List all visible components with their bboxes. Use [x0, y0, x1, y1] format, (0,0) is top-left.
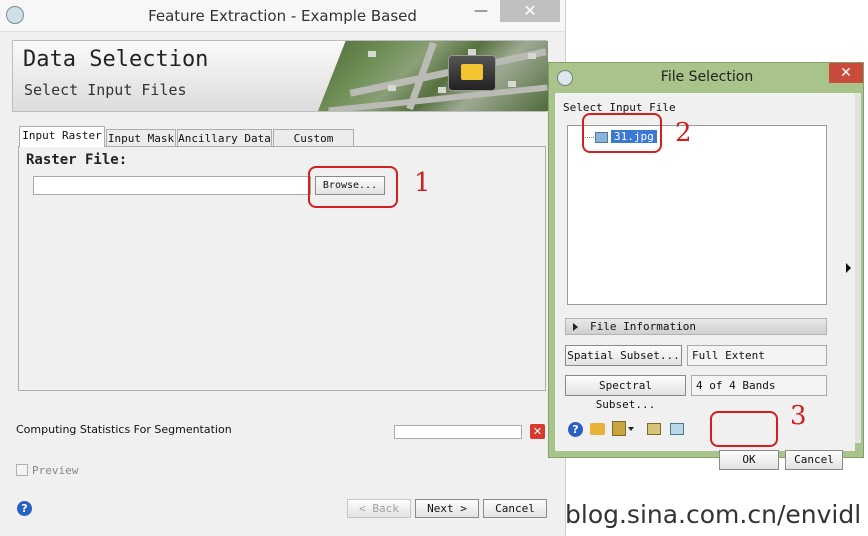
annotation-box-ok	[710, 411, 778, 447]
annotation-box-file	[582, 113, 662, 153]
tab-input-raster[interactable]: Input Raster	[19, 126, 105, 147]
data-manager-icon[interactable]	[612, 421, 626, 436]
expand-arrow-icon	[573, 323, 578, 331]
main-window: Feature Extraction - Example Based — ✕ D…	[0, 0, 566, 536]
back-button[interactable]: < Back	[347, 499, 411, 518]
annotation-box-browse	[308, 166, 398, 208]
dialog-scrollbar[interactable]	[855, 93, 861, 443]
open-folder-icon[interactable]	[590, 423, 605, 435]
segmentation-status-label: Computing Statistics For Segmentation	[16, 423, 232, 436]
raster-file-label: Raster File:	[26, 152, 128, 168]
tab-input-mask[interactable]: Input Mask	[106, 129, 176, 146]
page-subtitle: Select Input Files	[24, 81, 187, 99]
minimize-icon[interactable]: —	[464, 1, 498, 21]
spectral-subset-value: 4 of 4 Bands	[691, 375, 827, 396]
preview-checkbox[interactable]	[16, 464, 28, 476]
annotation-step-3: 3	[790, 401, 807, 431]
cancel-process-icon[interactable]: ✕	[530, 424, 545, 439]
spatial-subset-button[interactable]: Spatial Subset...	[565, 345, 682, 366]
open-folder-icon	[448, 55, 496, 91]
annotation-step-2: 2	[675, 118, 692, 148]
annotation-step-1: 1	[414, 168, 431, 198]
dialog-title: File Selection	[660, 69, 754, 85]
spatial-subset-value: Full Extent	[687, 345, 827, 366]
spectral-subset-button[interactable]: Spectral Subset...	[565, 375, 686, 411]
export-icon[interactable]	[647, 423, 661, 435]
preview-label: Preview	[32, 464, 79, 477]
help-icon[interactable]: ?	[568, 422, 583, 437]
watermark-text: blog.sina.com.cn/envidl	[565, 500, 862, 529]
tab-custom-bands[interactable]: Custom Bands	[273, 129, 354, 162]
progress-bar	[394, 425, 522, 439]
remote-icon[interactable]	[670, 423, 684, 435]
next-button[interactable]: Next >	[415, 499, 479, 518]
aerial-photo-image	[318, 41, 548, 111]
help-icon[interactable]: ?	[17, 501, 32, 516]
cancel-button[interactable]: Cancel	[483, 499, 547, 518]
tab-ancillary-data[interactable]: Ancillary Data	[177, 129, 272, 146]
raster-file-input[interactable]	[33, 176, 311, 195]
input-raster-panel: Raster File: Browse...	[18, 146, 546, 391]
file-information-label: File Information	[590, 320, 696, 333]
page-title: Data Selection	[23, 47, 209, 72]
expand-panel-icon[interactable]	[846, 263, 851, 273]
title-bar[interactable]: Feature Extraction - Example Based — ✕	[0, 0, 565, 32]
dropdown-arrow-icon[interactable]	[628, 427, 634, 431]
close-icon[interactable]: ✕	[829, 63, 863, 83]
ok-button[interactable]: OK	[719, 450, 779, 470]
header-banner: Data Selection Select Input Files	[12, 40, 548, 112]
close-icon[interactable]: ✕	[500, 0, 560, 22]
file-information-toggle[interactable]: File Information	[565, 318, 827, 335]
dialog-cancel-button[interactable]: Cancel	[785, 450, 843, 470]
